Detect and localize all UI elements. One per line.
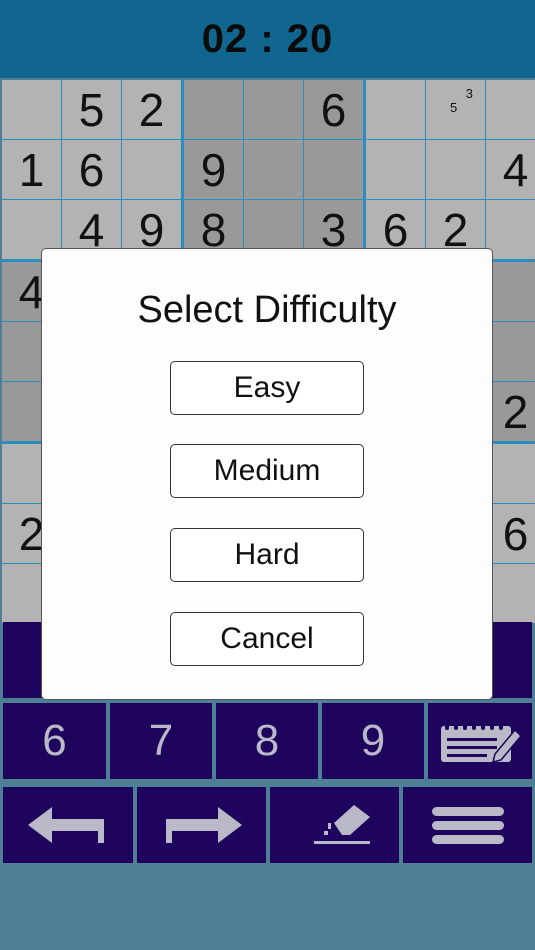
cell-note: 3 (465, 86, 473, 101)
cell-digit: 6 (320, 83, 347, 136)
board-cell[interactable]: 53 (426, 80, 485, 139)
cell-digit: 1 (18, 143, 45, 196)
board-cell[interactable]: 6 (62, 140, 121, 199)
key-7[interactable]: 7 (110, 703, 212, 779)
key-6-label: 6 (42, 716, 67, 765)
board-cell[interactable] (184, 80, 243, 139)
board-cell[interactable] (486, 200, 535, 259)
dialog-title: Select Difficulty (137, 289, 397, 331)
top-bar: 02 : 20 (0, 0, 535, 78)
medium-button[interactable]: Medium (170, 444, 364, 498)
difficulty-dialog: Select Difficulty Easy Medium Hard Cance… (41, 248, 493, 700)
board-cell[interactable] (244, 140, 303, 199)
board-cell[interactable] (244, 80, 303, 139)
cell-note: 5 (450, 100, 458, 115)
cell-digit: 6 (78, 143, 105, 196)
board-cell[interactable]: 2 (486, 382, 535, 441)
board-cell[interactable]: 6 (486, 504, 535, 563)
cell-digit: 6 (502, 507, 529, 560)
eraser-icon (313, 805, 370, 844)
game-timer: 02 : 20 (201, 16, 334, 61)
cell-digit: 2 (138, 83, 165, 136)
board-cell[interactable] (304, 140, 363, 199)
menu-icon (431, 807, 504, 844)
board-cell[interactable]: 1 (2, 140, 61, 199)
key-8[interactable]: 8 (216, 703, 318, 779)
board-cell[interactable]: 5 (62, 80, 121, 139)
board-cell[interactable] (486, 564, 535, 623)
erase-button[interactable] (270, 787, 399, 863)
redo-button[interactable] (137, 787, 266, 863)
cell-digit: 4 (502, 143, 529, 196)
board-cell[interactable]: 4 (486, 140, 535, 199)
board-cell[interactable] (122, 140, 181, 199)
key-9-label: 9 (360, 716, 386, 765)
notepad-pencil-icon (441, 720, 523, 764)
cell-digit: 9 (200, 143, 227, 196)
board-cell[interactable] (486, 322, 535, 381)
board-cell[interactable] (426, 140, 485, 199)
arrow-right-icon (165, 807, 242, 843)
cancel-button[interactable]: Cancel (170, 612, 364, 666)
undo-button[interactable] (3, 787, 133, 863)
board-cell[interactable] (366, 80, 425, 139)
board-cell[interactable]: 2 (122, 80, 181, 139)
menu-button[interactable] (403, 787, 532, 863)
board-cell[interactable]: 6 (304, 80, 363, 139)
cell-digit: 2 (502, 385, 529, 438)
key-7-label: 7 (148, 716, 174, 765)
board-cell[interactable] (2, 80, 61, 139)
board-cell[interactable] (486, 80, 535, 139)
board-cell[interactable]: 9 (184, 140, 243, 199)
arrow-left-icon (28, 807, 104, 843)
board-cell[interactable] (486, 444, 535, 503)
hard-button[interactable]: Hard (170, 528, 364, 582)
key-6[interactable]: 6 (3, 703, 106, 779)
cell-digit: 5 (78, 83, 105, 136)
easy-button[interactable]: Easy (170, 361, 364, 415)
board-cell[interactable] (366, 140, 425, 199)
notes-button[interactable] (428, 703, 532, 779)
key-8-label: 8 (254, 716, 280, 765)
key-9[interactable]: 9 (322, 703, 424, 779)
board-cell[interactable] (486, 262, 535, 321)
